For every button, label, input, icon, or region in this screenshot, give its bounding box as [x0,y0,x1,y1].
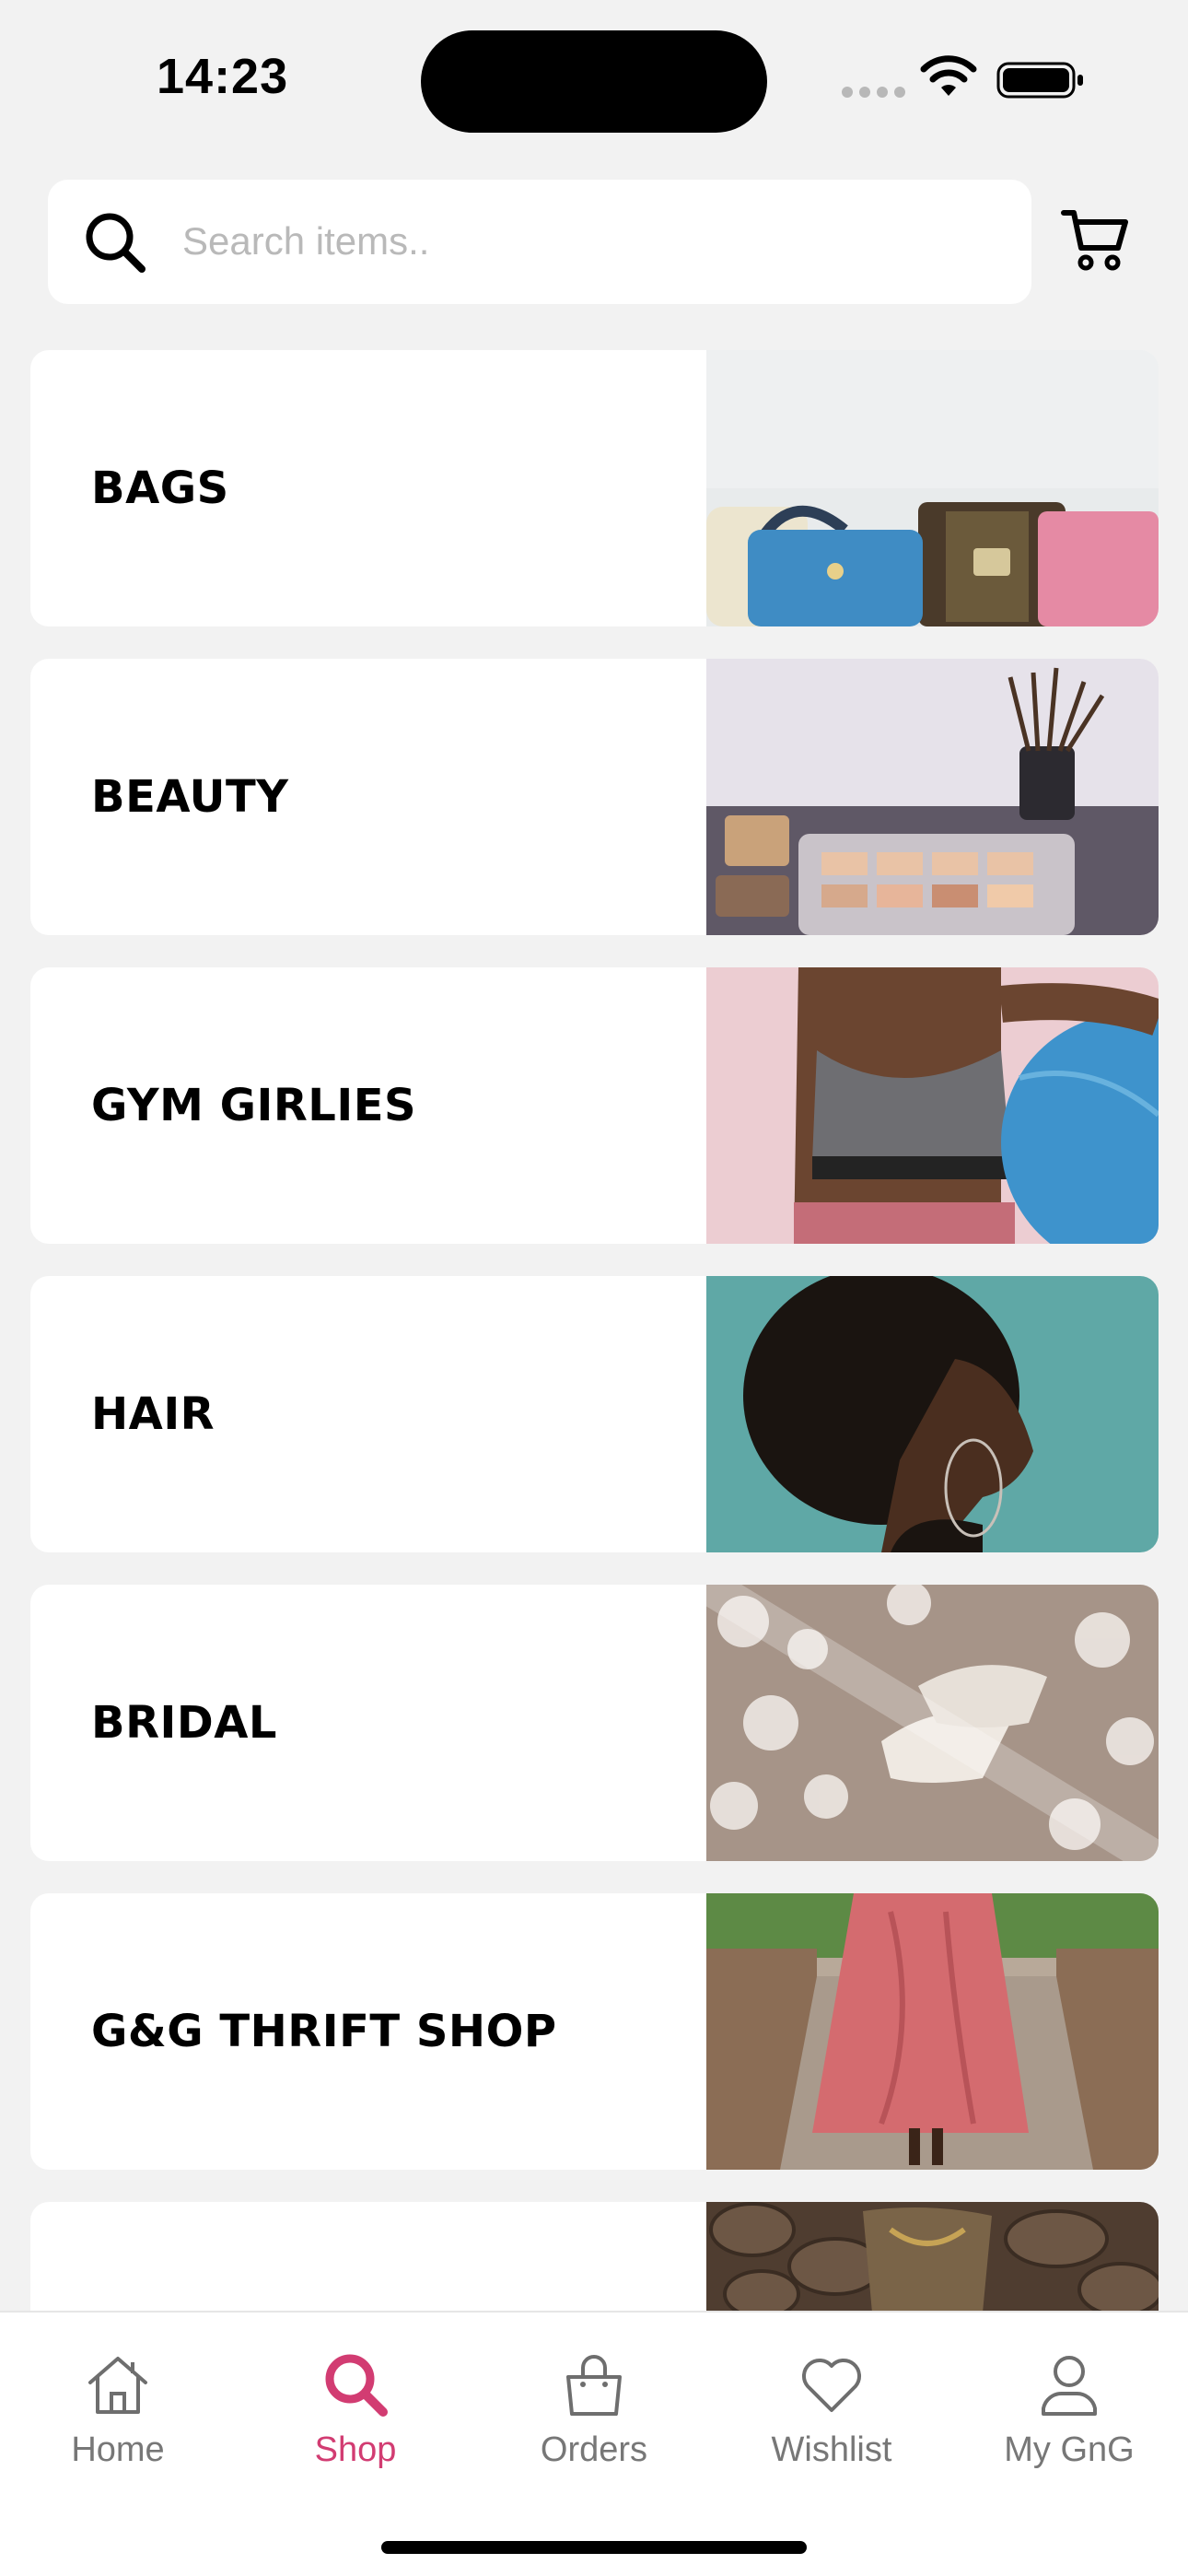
home-icon [88,2357,147,2414]
battery-icon [996,62,1083,99]
category-label: G&G THRIFT SHOP [91,2006,557,2057]
nav-label-orders: Orders [540,2430,648,2469]
category-list: BAGS BEAUTY GYM GIRLIES HAIR BRIDAL G&G … [30,350,1159,2311]
category-image-boots [706,2202,1159,2311]
home-indicator[interactable] [381,2541,807,2554]
cart-icon[interactable] [1061,207,1131,274]
category-image-gym-girlies [706,967,1159,1244]
category-label: BRIDAL [91,1697,277,1749]
category-image-beauty [706,659,1159,935]
category-card-beauty[interactable]: BEAUTY [30,659,1159,935]
category-label: HAIR [91,1388,215,1440]
status-time: 14:23 [157,49,289,104]
search-input[interactable] [182,205,993,278]
category-image-hair [706,1276,1159,1552]
dynamic-island [421,30,767,133]
nav-item-my-gng[interactable]: My GnG [977,2331,1161,2497]
nav-label-my-gng: My GnG [1004,2430,1135,2469]
nav-item-home[interactable]: Home [26,2331,210,2497]
nav-label-home: Home [71,2430,165,2469]
category-card-gym-girlies[interactable]: GYM GIRLIES [30,967,1159,1244]
nav-item-shop[interactable]: Shop [263,2331,448,2497]
status-bar: 14:23 [0,0,1188,147]
category-card-7[interactable] [30,2202,1159,2311]
category-card-thrift-shop[interactable]: G&G THRIFT SHOP [30,1893,1159,2170]
nav-item-wishlist[interactable]: Wishlist [740,2331,924,2497]
user-icon [1042,2356,1097,2416]
category-label: BAGS [91,463,229,514]
category-card-bags[interactable]: BAGS [30,350,1159,626]
bottom-nav: Home Shop Orders Wishlist My GnG [0,2311,1188,2576]
category-label: GYM GIRLIES [91,1080,417,1131]
category-image-thrift-shop [706,1893,1159,2170]
category-label: BEAUTY [91,771,289,823]
bag-icon [566,2355,622,2416]
search-icon [86,213,146,273]
search-icon [325,2354,388,2417]
category-image-bridal [706,1585,1159,1861]
nav-label-wishlist: Wishlist [771,2430,892,2469]
nav-item-orders[interactable]: Orders [502,2331,686,2497]
category-card-hair[interactable]: HAIR [30,1276,1159,1552]
category-card-bridal[interactable]: BRIDAL [30,1585,1159,1861]
category-image-bags [706,350,1159,626]
heart-icon [802,2359,861,2412]
wifi-icon [920,55,977,96]
cellular-signal-icon [842,87,905,98]
nav-label-shop: Shop [314,2430,397,2469]
